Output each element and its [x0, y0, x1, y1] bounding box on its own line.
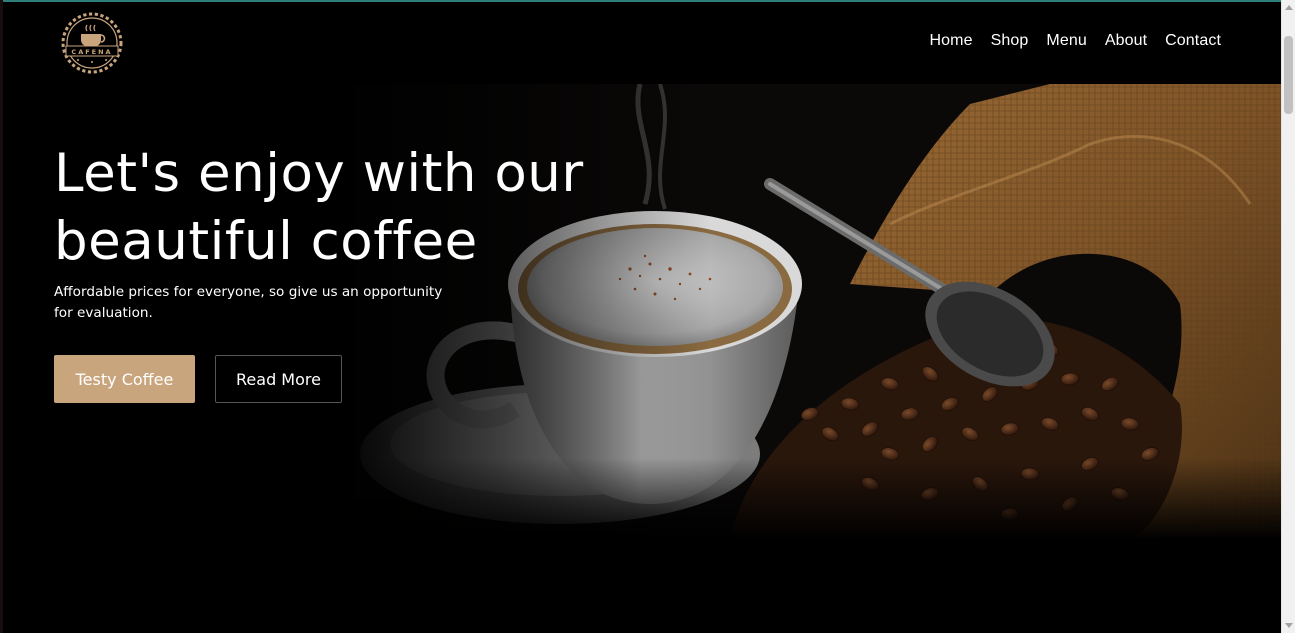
- nav-menu[interactable]: Menu: [1046, 32, 1086, 50]
- hero-subtitle: Affordable prices for everyone, so give …: [54, 282, 464, 324]
- cafena-logo[interactable]: CAFENA: [54, 12, 130, 74]
- hero-title: Let's enjoy with our beautiful coffee: [54, 140, 674, 276]
- nav-shop[interactable]: Shop: [991, 32, 1029, 50]
- hero-title-line2: beautiful coffee: [54, 211, 478, 272]
- page-scrollbar[interactable]: [1281, 0, 1295, 633]
- scroll-up-arrow-icon[interactable]: [1285, 5, 1293, 10]
- scroll-thumb[interactable]: [1284, 36, 1293, 114]
- nav-contact[interactable]: Contact: [1165, 32, 1221, 50]
- scroll-down-arrow-icon[interactable]: [1285, 623, 1293, 628]
- coffee-badge-icon: CAFENA: [61, 12, 123, 74]
- nav-home[interactable]: Home: [930, 32, 973, 50]
- logo-text: CAFENA: [71, 48, 112, 56]
- left-edge: [0, 0, 3, 633]
- browser-viewport: CAFENA Home Shop Menu About Contact Let'…: [0, 0, 1295, 633]
- read-more-button[interactable]: Read More: [215, 355, 342, 403]
- nav-about[interactable]: About: [1105, 32, 1147, 50]
- testy-coffee-button[interactable]: Testy Coffee: [54, 355, 195, 403]
- hero-subtitle-line1: Affordable prices for everyone, so give …: [54, 284, 443, 300]
- hero-title-line1: Let's enjoy with our: [54, 143, 584, 204]
- top-accent-bar: [0, 0, 1281, 2]
- hero-subtitle-line2: for evaluation.: [54, 305, 153, 321]
- main-nav: Home Shop Menu About Contact: [930, 32, 1221, 50]
